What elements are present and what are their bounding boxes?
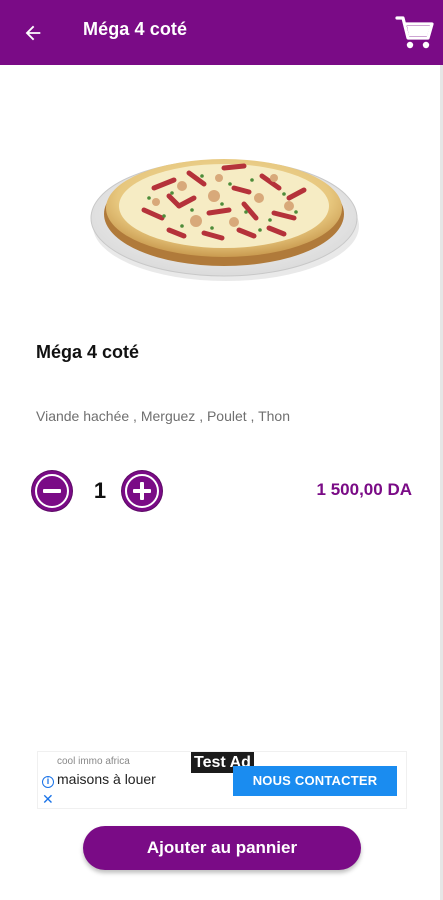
back-button[interactable] [18,18,48,48]
plus-circle-icon [125,474,159,508]
product-ingredients: Viande hachée , Merguez , Poulet , Thon [36,408,290,424]
ad-headline[interactable]: maisons à louer [57,771,157,788]
close-icon[interactable]: ✕ [42,792,54,806]
pizza-image [84,118,364,288]
decrease-quantity-button[interactable] [32,471,72,511]
product-name: Méga 4 coté [36,342,140,362]
quantity-row: 1 1 500,00 DA [32,471,412,513]
shopping-cart-icon [395,16,434,49]
arrow-left-icon [25,25,41,41]
increase-quantity-button[interactable] [122,471,162,511]
ad-cta-button[interactable]: NOUS CONTACTER [233,766,397,796]
add-to-cart-button[interactable]: Ajouter au pannier [83,826,361,870]
quantity-value: 1 [93,478,107,503]
ad-advertiser: cool immo africa [57,756,130,767]
ad-banner[interactable]: cool immo africa i maisons à louer ✕ Tes… [37,751,407,809]
page-title: Méga 4 coté [83,19,188,39]
minus-circle-icon [35,474,69,508]
cart-button[interactable] [394,12,436,54]
product-price: 1 500,00 DA [316,480,412,499]
info-icon[interactable]: i [42,776,54,788]
app-bar: Méga 4 coté [0,0,443,65]
